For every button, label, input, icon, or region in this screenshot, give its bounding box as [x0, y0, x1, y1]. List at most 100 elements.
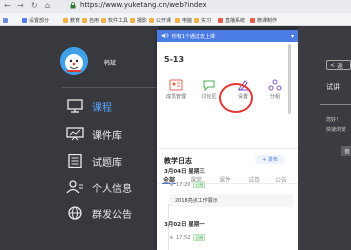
sidebar-item-question-bank[interactable]: 试题库	[66, 153, 122, 169]
presentation-icon	[66, 127, 84, 141]
tab-courseware[interactable]: 课件	[219, 175, 231, 184]
highlight-circle	[219, 83, 253, 113]
sidebar-item-label: 群发公告	[92, 209, 132, 221]
timeline-dot	[170, 183, 173, 186]
divider	[157, 148, 298, 149]
divider	[62, 87, 158, 88]
username: 韩斌	[104, 60, 117, 67]
folder-icon	[149, 17, 154, 23]
scrollbar[interactable]	[288, 44, 291, 114]
class-panel: ◀)) 你有1个通过去上课 ▾ 5-13 成员管理 讨论区 设置 分组 教学日志…	[157, 30, 298, 250]
action-label: 分组	[269, 94, 280, 100]
back-icon[interactable]: ←	[4, 1, 11, 10]
divider	[320, 104, 351, 105]
sidebar-item-announcement[interactable]: 群发公告	[66, 205, 132, 221]
bookmark-item[interactable]: 自用	[82, 16, 99, 24]
folder-icon	[82, 17, 87, 23]
address-bar: ← → ↻ ⌂ https://www.yuketang.cn/web?inde…	[0, 0, 351, 13]
members-button[interactable]: 成员管理	[160, 79, 192, 100]
section-title: 教学日志	[164, 157, 192, 165]
sidebar-item-label: 个人信息	[92, 183, 132, 195]
page-icon	[250, 17, 255, 23]
bookmark-item[interactable]: 摄影	[130, 16, 147, 24]
bookmark-label: 自用	[89, 17, 100, 24]
timeline-dot	[170, 236, 173, 239]
bookmark-label: 电脑	[182, 17, 193, 24]
lock-icon	[70, 2, 76, 9]
bookmark-item[interactable]: 公开课	[149, 16, 171, 24]
members-icon	[169, 79, 183, 91]
notification-text: 你有1个通过去上课	[171, 33, 215, 40]
right-text: 您好！	[326, 117, 342, 123]
sidebar-item-label: 试题库	[92, 157, 122, 169]
group-icon	[268, 79, 282, 91]
bookmark-apps[interactable]	[3, 16, 8, 24]
bookmark-label: 直播系统	[225, 17, 246, 24]
log-time: 17:20	[176, 181, 191, 188]
globe-icon	[68, 206, 82, 220]
log-card[interactable]: 2018亮点工作展示	[169, 194, 293, 207]
bookmark-label: 摄影	[137, 17, 148, 24]
chevron-down-icon[interactable]: ▾	[291, 33, 294, 40]
folder-icon	[194, 17, 199, 23]
folder-icon	[175, 17, 180, 23]
notification-bar[interactable]: ◀)) 你有1个通过去上课 ▾	[157, 30, 298, 42]
status-badge: 已结	[193, 234, 206, 241]
bookmark-label: 公开课	[156, 17, 172, 24]
tab-exam[interactable]: 试卷	[248, 175, 260, 184]
log-date: 3月02日 星期一	[164, 222, 205, 228]
log-time-row: 17:52 已结	[170, 234, 206, 241]
discussion-icon	[203, 80, 215, 91]
forward-icon[interactable]: →	[17, 1, 24, 10]
folder-icon	[22, 17, 27, 23]
apps-icon	[3, 17, 8, 23]
folder-icon	[63, 17, 68, 23]
publish-button[interactable]: + 发布	[255, 155, 285, 164]
log-date: 3月04日 星期三	[164, 169, 205, 175]
right-title: 试讲	[326, 83, 340, 91]
chevron-left-icon: <	[330, 61, 336, 69]
bookmark-label: 教育	[70, 17, 81, 24]
reload-icon[interactable]: ↻	[31, 1, 38, 10]
sidebar-item-courseware[interactable]: 课件库	[66, 126, 122, 142]
bookmark-item[interactable]: 软件工具	[101, 16, 128, 24]
avatar-character-icon	[60, 47, 88, 75]
back-label: 返	[337, 62, 344, 70]
screen-icon	[67, 99, 83, 113]
create-button[interactable]: 创	[341, 146, 351, 156]
bookmark-item[interactable]: 电脑	[175, 16, 192, 24]
bookmarks-bar: 设置部分 教育 自用 软件工具 摄影 公开课 电脑 实习 直播系统 微课制作	[0, 13, 351, 26]
url-text[interactable]: https://www.yuketang.cn/web?index	[80, 1, 207, 9]
class-title: 5-13	[164, 55, 185, 64]
page-icon	[218, 17, 223, 23]
list-icon	[68, 154, 82, 168]
speaker-icon: ◀))	[161, 33, 169, 39]
bookmark-item[interactable]: 设置部分	[22, 16, 49, 24]
log-time-row: 17:20 已结	[170, 181, 206, 188]
folder-icon	[130, 17, 135, 23]
sidebar-item-label: 课件库	[92, 130, 122, 142]
action-label: 讨论区	[201, 94, 217, 100]
browser-window: ← → ↻ ⌂ https://www.yuketang.cn/web?inde…	[0, 0, 351, 250]
tab-announcement[interactable]: 公告	[275, 175, 287, 184]
sidebar-item-course[interactable]: 课程	[66, 98, 112, 114]
right-text: 快速浏览	[326, 127, 347, 133]
bookmark-item[interactable]: 教育	[63, 16, 80, 24]
bookmark-label: 软件工具	[108, 17, 129, 24]
avatar[interactable]	[60, 47, 88, 75]
log-time: 17:52	[176, 234, 191, 241]
person-icon	[66, 180, 83, 194]
bookmark-label: 设置部分	[29, 17, 50, 24]
home-icon[interactable]: ⌂	[45, 1, 50, 10]
sidebar-item-label: 课程	[92, 102, 112, 114]
bookmark-item[interactable]: 直播系统	[218, 16, 245, 24]
bookmark-label: 实习	[201, 17, 212, 24]
bookmark-item[interactable]: 实习	[194, 16, 211, 24]
folder-icon	[101, 17, 106, 23]
sidebar-item-personal-info[interactable]: 个人信息	[66, 179, 132, 195]
action-label: 成员管理	[165, 94, 186, 100]
bookmark-item[interactable]: 微课制作	[250, 16, 277, 24]
status-badge: 已结	[193, 181, 206, 188]
back-button[interactable]: < 返	[326, 60, 351, 70]
group-button[interactable]: 分组	[259, 79, 291, 100]
